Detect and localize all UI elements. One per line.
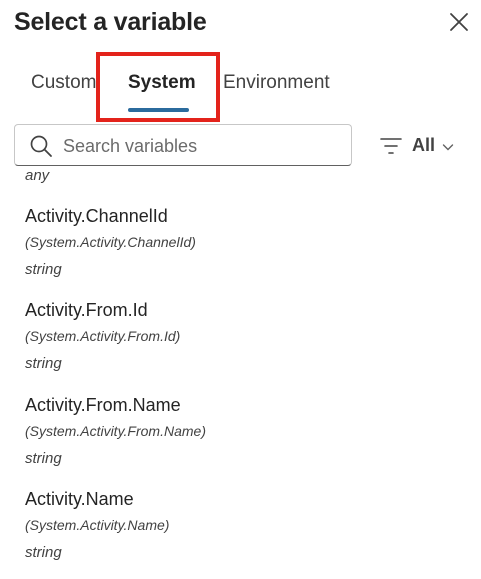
variable-path: (System.Activity.Name) xyxy=(25,517,170,533)
variable-name: Activity.From.Name xyxy=(25,395,181,415)
tab-environment[interactable]: Environment xyxy=(223,72,330,94)
filter-dropdown[interactable]: All xyxy=(378,131,468,161)
tab-bar: Custom System Environment xyxy=(0,60,481,120)
tab-custom[interactable]: Custom xyxy=(31,72,96,94)
list-item[interactable]: Activity.Name (System.Activity.Name) str… xyxy=(0,489,481,579)
list-item[interactable]: Activity.From.Id (System.Activity.From.I… xyxy=(0,300,481,394)
close-icon[interactable] xyxy=(447,10,471,34)
variable-name: Activity.ChannelId xyxy=(25,206,168,226)
partial-item-type: any xyxy=(25,167,50,184)
variable-path: (System.Activity.From.Id) xyxy=(25,328,181,344)
dialog-title: Select a variable xyxy=(14,8,207,36)
search-icon xyxy=(30,135,52,157)
variable-path: (System.Activity.From.Name) xyxy=(25,423,206,439)
variable-type: string xyxy=(25,450,62,467)
variable-list: any Activity.ChannelId (System.Activity.… xyxy=(0,166,481,579)
variable-type: string xyxy=(25,261,62,278)
list-item[interactable]: Activity.From.Name (System.Activity.From… xyxy=(0,395,481,489)
tab-system[interactable]: System xyxy=(128,72,196,94)
search-box[interactable] xyxy=(14,124,352,166)
variable-name: Activity.From.Id xyxy=(25,300,148,320)
filter-label: All xyxy=(412,135,436,155)
variable-path: (System.Activity.ChannelId) xyxy=(25,234,196,250)
selected-tab-indicator xyxy=(128,108,189,112)
variable-type: string xyxy=(25,544,62,561)
filter-icon xyxy=(380,138,402,154)
list-item[interactable]: Activity.ChannelId (System.Activity.Chan… xyxy=(0,206,481,300)
chevron-down-icon xyxy=(442,144,454,151)
variable-name: Activity.Name xyxy=(25,489,134,509)
variable-type: string xyxy=(25,355,62,372)
search-input[interactable] xyxy=(61,131,345,161)
